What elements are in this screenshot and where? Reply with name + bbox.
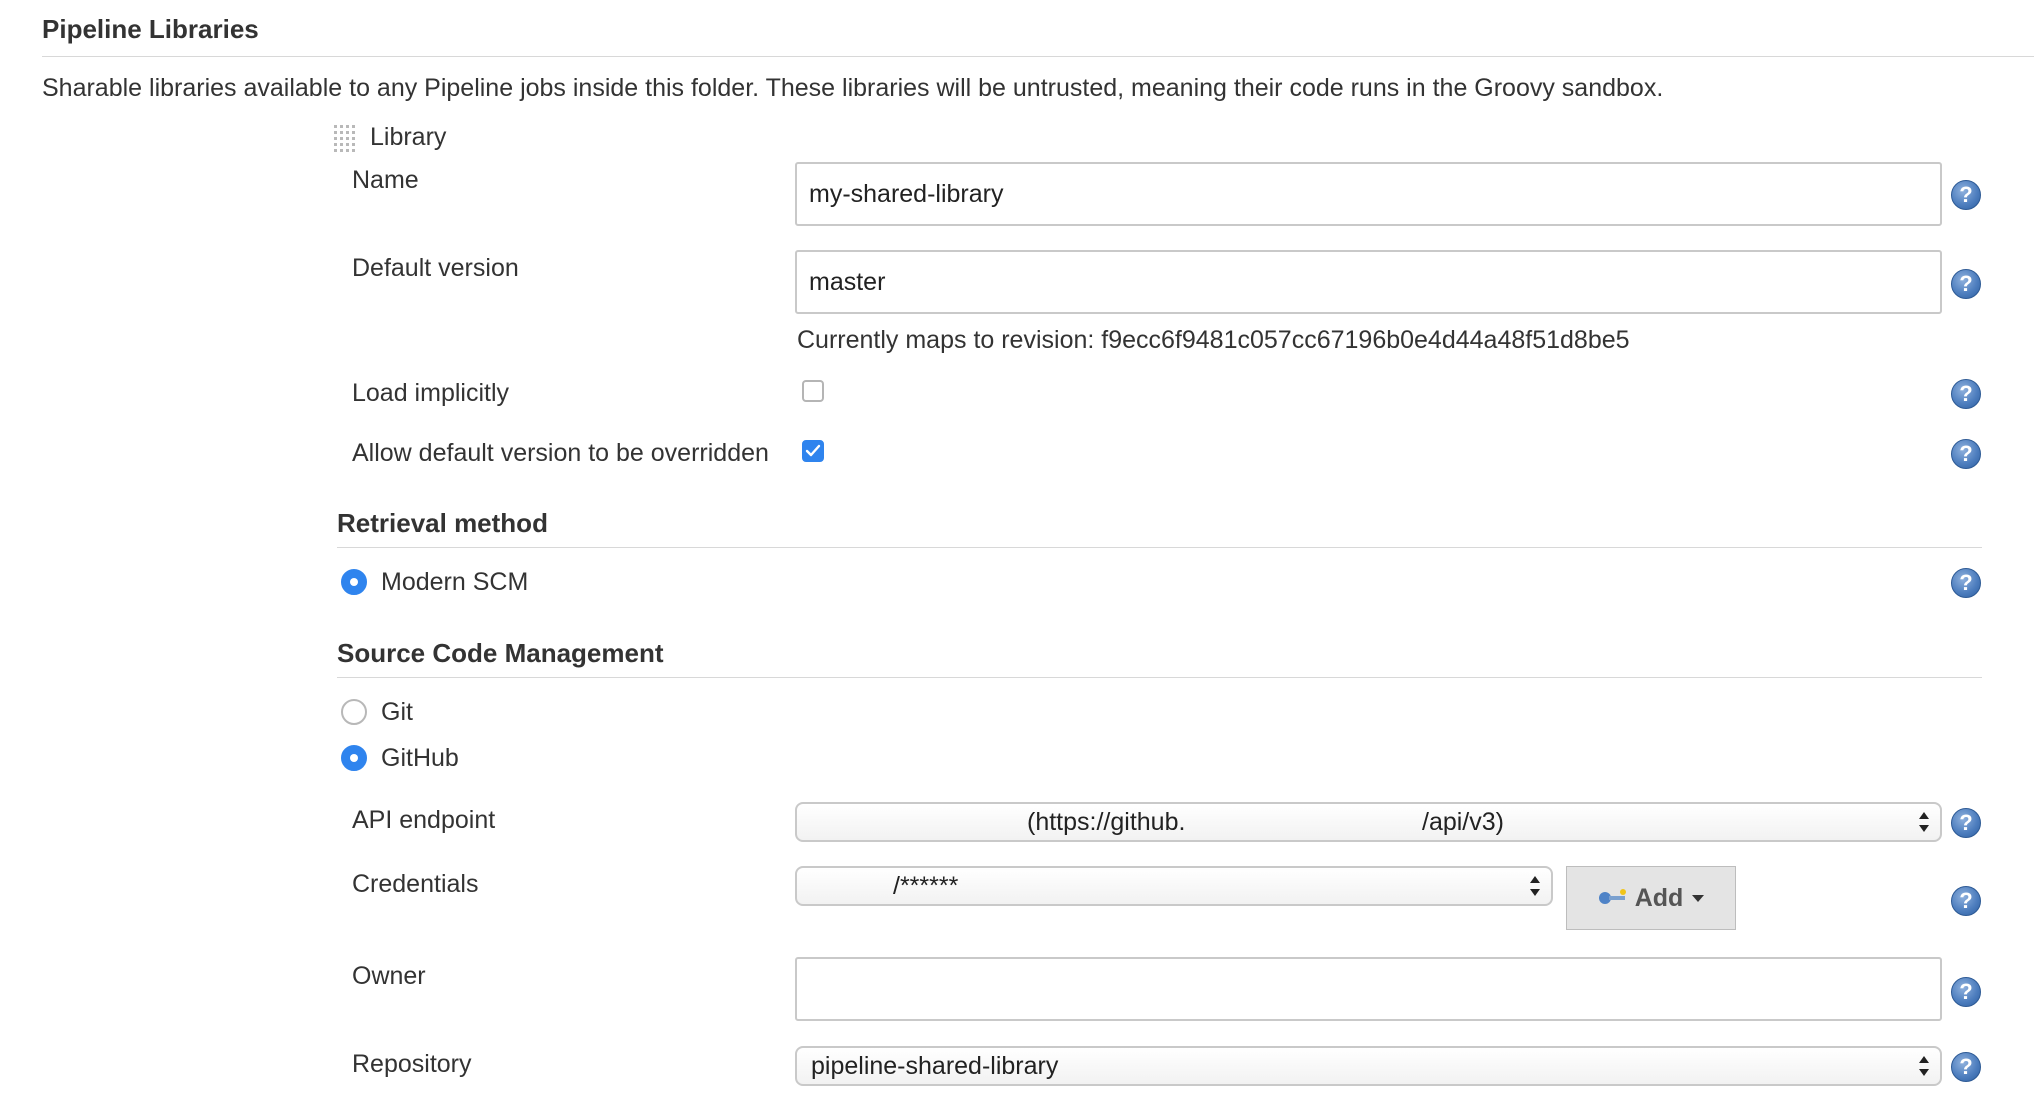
git-radio[interactable] bbox=[341, 699, 367, 725]
repository-label: Repository bbox=[352, 1050, 472, 1078]
retrieval-divider bbox=[337, 547, 1982, 548]
repository-value: pipeline-shared-library bbox=[811, 1051, 1059, 1080]
help-icon[interactable]: ? bbox=[1951, 439, 1981, 469]
scm-divider bbox=[337, 677, 1982, 678]
modern-scm-label: Modern SCM bbox=[381, 568, 529, 596]
caret-down-icon bbox=[1692, 895, 1705, 902]
help-icon[interactable]: ? bbox=[1951, 269, 1981, 299]
default-version-input[interactable]: master bbox=[795, 250, 1942, 314]
help-icon[interactable]: ? bbox=[1951, 886, 1981, 916]
help-icon[interactable]: ? bbox=[1951, 568, 1981, 598]
section-divider bbox=[42, 56, 2034, 57]
api-endpoint-value-end: /api/v3) bbox=[1422, 807, 1504, 836]
name-value: my-shared-library bbox=[809, 179, 1004, 208]
help-icon[interactable]: ? bbox=[1951, 808, 1981, 838]
help-icon[interactable]: ? bbox=[1951, 977, 1981, 1007]
github-radio[interactable] bbox=[341, 745, 367, 771]
retrieval-method-heading: Retrieval method bbox=[337, 508, 548, 538]
select-arrows-icon bbox=[1919, 812, 1929, 832]
api-endpoint-label: API endpoint bbox=[352, 806, 496, 834]
help-icon[interactable]: ? bbox=[1951, 379, 1981, 409]
checkmark-icon bbox=[805, 444, 821, 457]
allow-override-checkbox[interactable] bbox=[802, 440, 824, 462]
select-arrows-icon bbox=[1530, 876, 1540, 896]
allow-override-label: Allow default version to be overridden bbox=[352, 439, 769, 467]
library-header: Library bbox=[370, 123, 447, 151]
select-arrows-icon bbox=[1919, 1056, 1929, 1076]
repository-select[interactable]: pipeline-shared-library bbox=[795, 1046, 1942, 1086]
section-title: Pipeline Libraries bbox=[42, 14, 259, 44]
drag-handle-icon[interactable] bbox=[332, 123, 356, 155]
add-credentials-button[interactable]: Add bbox=[1566, 866, 1736, 930]
modern-scm-radio[interactable] bbox=[341, 569, 367, 595]
key-icon bbox=[1598, 889, 1626, 904]
revision-note: Currently maps to revision: f9ecc6f9481c… bbox=[797, 326, 1630, 354]
name-label: Name bbox=[352, 166, 419, 194]
github-label: GitHub bbox=[381, 744, 459, 772]
help-icon[interactable]: ? bbox=[1951, 1052, 1981, 1082]
default-version-label: Default version bbox=[352, 254, 519, 282]
load-implicitly-label: Load implicitly bbox=[352, 379, 510, 407]
git-label: Git bbox=[381, 698, 413, 726]
scm-heading: Source Code Management bbox=[337, 638, 664, 668]
name-input[interactable]: my-shared-library bbox=[795, 162, 1942, 226]
credentials-value-end: /****** bbox=[893, 872, 959, 900]
owner-label: Owner bbox=[352, 962, 426, 990]
api-endpoint-select[interactable]: (https://github. /api/v3) bbox=[795, 802, 1942, 842]
api-endpoint-value-start: (https://github. bbox=[1027, 807, 1186, 836]
add-button-label: Add bbox=[1634, 883, 1684, 912]
credentials-select[interactable]: /****** bbox=[795, 866, 1553, 906]
owner-input[interactable] bbox=[795, 957, 1942, 1021]
section-description: Sharable libraries available to any Pipe… bbox=[42, 74, 1664, 102]
load-implicitly-checkbox[interactable] bbox=[802, 380, 824, 402]
credentials-label: Credentials bbox=[352, 870, 479, 898]
default-version-value: master bbox=[809, 267, 886, 296]
help-icon[interactable]: ? bbox=[1951, 180, 1981, 210]
